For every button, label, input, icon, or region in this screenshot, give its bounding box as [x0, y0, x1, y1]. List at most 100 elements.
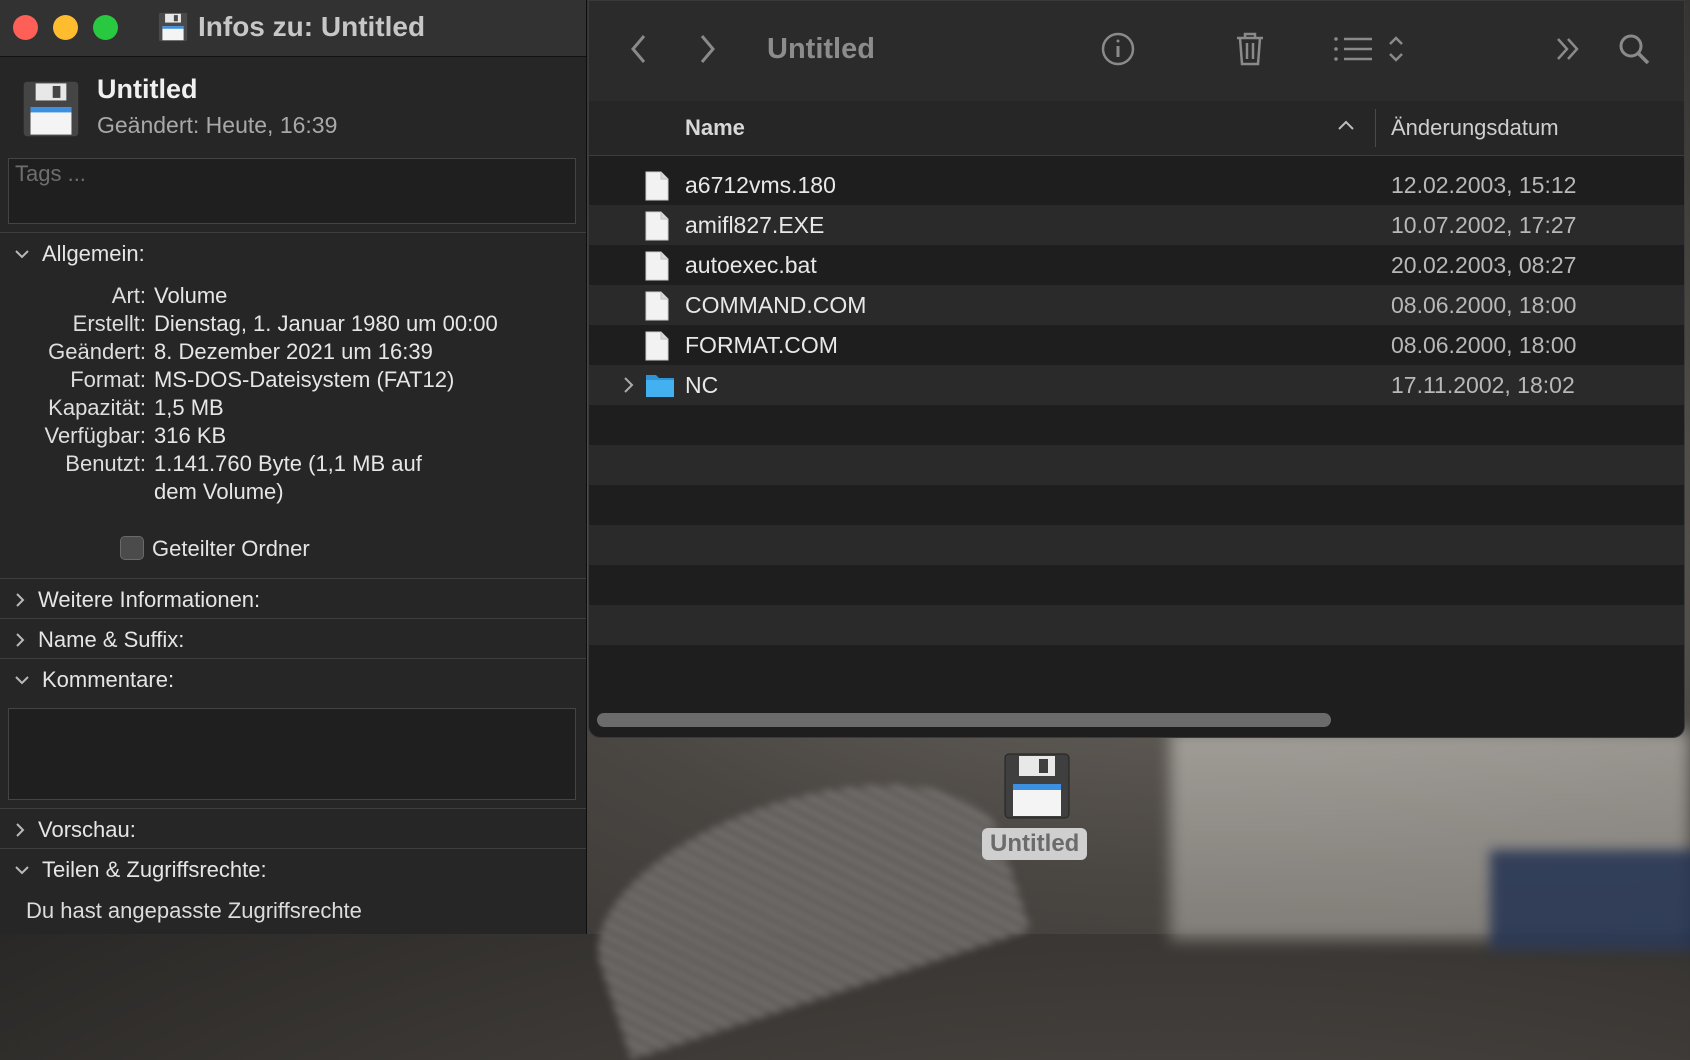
floppy-disk-icon[interactable] — [1003, 752, 1071, 820]
empty-row — [589, 445, 1684, 485]
section-title: Kommentare: — [42, 667, 175, 692]
search-button[interactable] — [1611, 29, 1657, 69]
info-key: Verfügbar: — [44, 423, 146, 448]
info-value: MS-DOS-Dateisystem (FAT12) — [154, 367, 455, 392]
volume-modified-summary: Geändert: Heute, 16:39 — [97, 112, 338, 138]
info-value: 316 KB — [154, 423, 227, 448]
empty-row — [589, 485, 1684, 525]
empty-row — [589, 405, 1684, 445]
info-key: Geändert: — [48, 339, 146, 364]
more-toolbar-items-button[interactable] — [1545, 29, 1591, 69]
desktop-wallpaper-region — [1490, 850, 1690, 950]
section-toggle-sharing[interactable]: Teilen & Zugriffsrechte: — [14, 854, 267, 886]
double-chevron-right-icon — [1557, 38, 1579, 60]
folder-icon — [646, 375, 674, 397]
trash-icon — [1237, 32, 1263, 66]
info-key: Format: — [70, 367, 146, 392]
divider — [0, 232, 586, 233]
file-list: a6712vms.180 12.02.2003, 15:12 amifl827.… — [589, 165, 1684, 685]
divider — [0, 808, 586, 809]
section-toggle-more-info[interactable]: Weitere Informationen: — [14, 584, 260, 616]
file-row[interactable]: a6712vms.180 12.02.2003, 15:12 — [589, 165, 1684, 205]
floppy-disk-icon — [23, 81, 79, 137]
section-toggle-name-suffix[interactable]: Name & Suffix: — [14, 624, 184, 656]
folder-row[interactable]: NC 17.11.2002, 18:02 — [589, 365, 1684, 405]
tags-input[interactable] — [9, 159, 575, 189]
permissions-text: Du hast angepasste Zugriffsrechte — [26, 898, 362, 923]
comments-textarea[interactable] — [8, 708, 576, 800]
section-toggle-general[interactable]: Allgemein: — [14, 238, 145, 270]
file-date: 12.02.2003, 15:12 — [1391, 172, 1577, 198]
column-separator[interactable] — [1375, 109, 1376, 147]
info-circle-icon — [1101, 32, 1135, 66]
search-icon — [1619, 34, 1650, 65]
chevron-right-icon — [16, 593, 25, 607]
info-window-titlebar[interactable]: Infos zu: Untitled — [0, 0, 586, 57]
document-icon — [645, 211, 669, 241]
section-title: Weitere Informationen: — [38, 587, 261, 612]
info-value: Dienstag, 1. Januar 1980 um 00:00 — [154, 311, 498, 336]
document-icon — [645, 291, 669, 321]
info-window-title: Infos zu: Untitled — [198, 11, 426, 42]
info-key: Art: — [111, 283, 146, 308]
column-header-name[interactable]: Name — [685, 115, 745, 141]
chevron-down-icon — [15, 250, 29, 259]
sort-ascending-icon — [1338, 120, 1354, 130]
minimize-window-button[interactable] — [53, 15, 78, 40]
chevron-down-icon — [15, 676, 29, 685]
info-button[interactable] — [1095, 29, 1141, 69]
document-icon — [645, 251, 669, 281]
chevron-left-icon — [631, 35, 646, 63]
chevron-right-icon — [16, 633, 25, 647]
volume-name: Untitled — [97, 74, 198, 104]
file-row[interactable]: amifl827.EXE 10.07.2002, 17:27 — [589, 205, 1684, 245]
file-row[interactable]: autoexec.bat 20.02.2003, 08:27 — [589, 245, 1684, 285]
trash-button[interactable] — [1227, 29, 1273, 69]
divider — [0, 658, 586, 659]
close-window-button[interactable] — [13, 15, 38, 40]
file-row[interactable]: COMMAND.COM 08.06.2000, 18:00 — [589, 285, 1684, 325]
section-toggle-comments[interactable]: Kommentare: — [14, 664, 174, 696]
document-icon — [645, 171, 669, 201]
view-options-button[interactable] — [1329, 29, 1409, 69]
section-title: Vorschau: — [38, 817, 136, 842]
horizontal-scrollbar[interactable] — [597, 713, 1331, 727]
file-date: 08.06.2000, 18:00 — [1391, 332, 1577, 358]
desktop-wallpaper-region — [569, 740, 1031, 1060]
divider — [0, 578, 586, 579]
file-date: 10.07.2002, 17:27 — [1391, 212, 1577, 238]
forward-button[interactable] — [687, 29, 727, 69]
file-name: autoexec.bat — [685, 252, 817, 278]
file-date: 08.06.2000, 18:00 — [1391, 292, 1577, 318]
finder-window: Untitled Name Änderungsdatum a6712vms.18… — [588, 0, 1685, 738]
disclosure-chevron-right-icon[interactable] — [623, 376, 635, 394]
empty-row — [589, 525, 1684, 565]
info-key: Erstellt: — [72, 311, 146, 336]
chevron-right-icon — [700, 35, 715, 63]
document-icon — [645, 331, 669, 361]
column-header-date[interactable]: Änderungsdatum — [1391, 115, 1559, 141]
file-name: amifl827.EXE — [685, 212, 825, 238]
info-key: Benutzt: — [65, 451, 146, 476]
section-toggle-preview[interactable]: Vorschau: — [14, 814, 136, 846]
zoom-window-button[interactable] — [93, 15, 118, 40]
desktop-icon-label[interactable]: Untitled — [982, 828, 1088, 860]
file-name: FORMAT.COM — [685, 332, 838, 358]
list-view-icon — [1334, 36, 1403, 62]
file-name: COMMAND.COM — [685, 292, 867, 318]
section-title: Name & Suffix: — [38, 627, 185, 652]
file-date: 20.02.2003, 08:27 — [1391, 252, 1577, 278]
info-key: Kapazität: — [48, 395, 146, 420]
tags-field[interactable] — [8, 158, 576, 224]
file-name: NC — [685, 372, 719, 398]
finder-toolbar: Untitled — [589, 1, 1684, 102]
divider — [0, 848, 586, 849]
section-title: Teilen & Zugriffsrechte: — [42, 857, 267, 882]
file-row[interactable]: FORMAT.COM 08.06.2000, 18:00 — [589, 325, 1684, 365]
divider — [0, 618, 586, 619]
shared-folder-label: Geteilter Ordner — [152, 536, 310, 561]
empty-row — [589, 605, 1684, 645]
finder-window-title: Untitled — [767, 33, 875, 65]
back-button[interactable] — [619, 29, 659, 69]
shared-folder-checkbox[interactable] — [120, 536, 144, 560]
